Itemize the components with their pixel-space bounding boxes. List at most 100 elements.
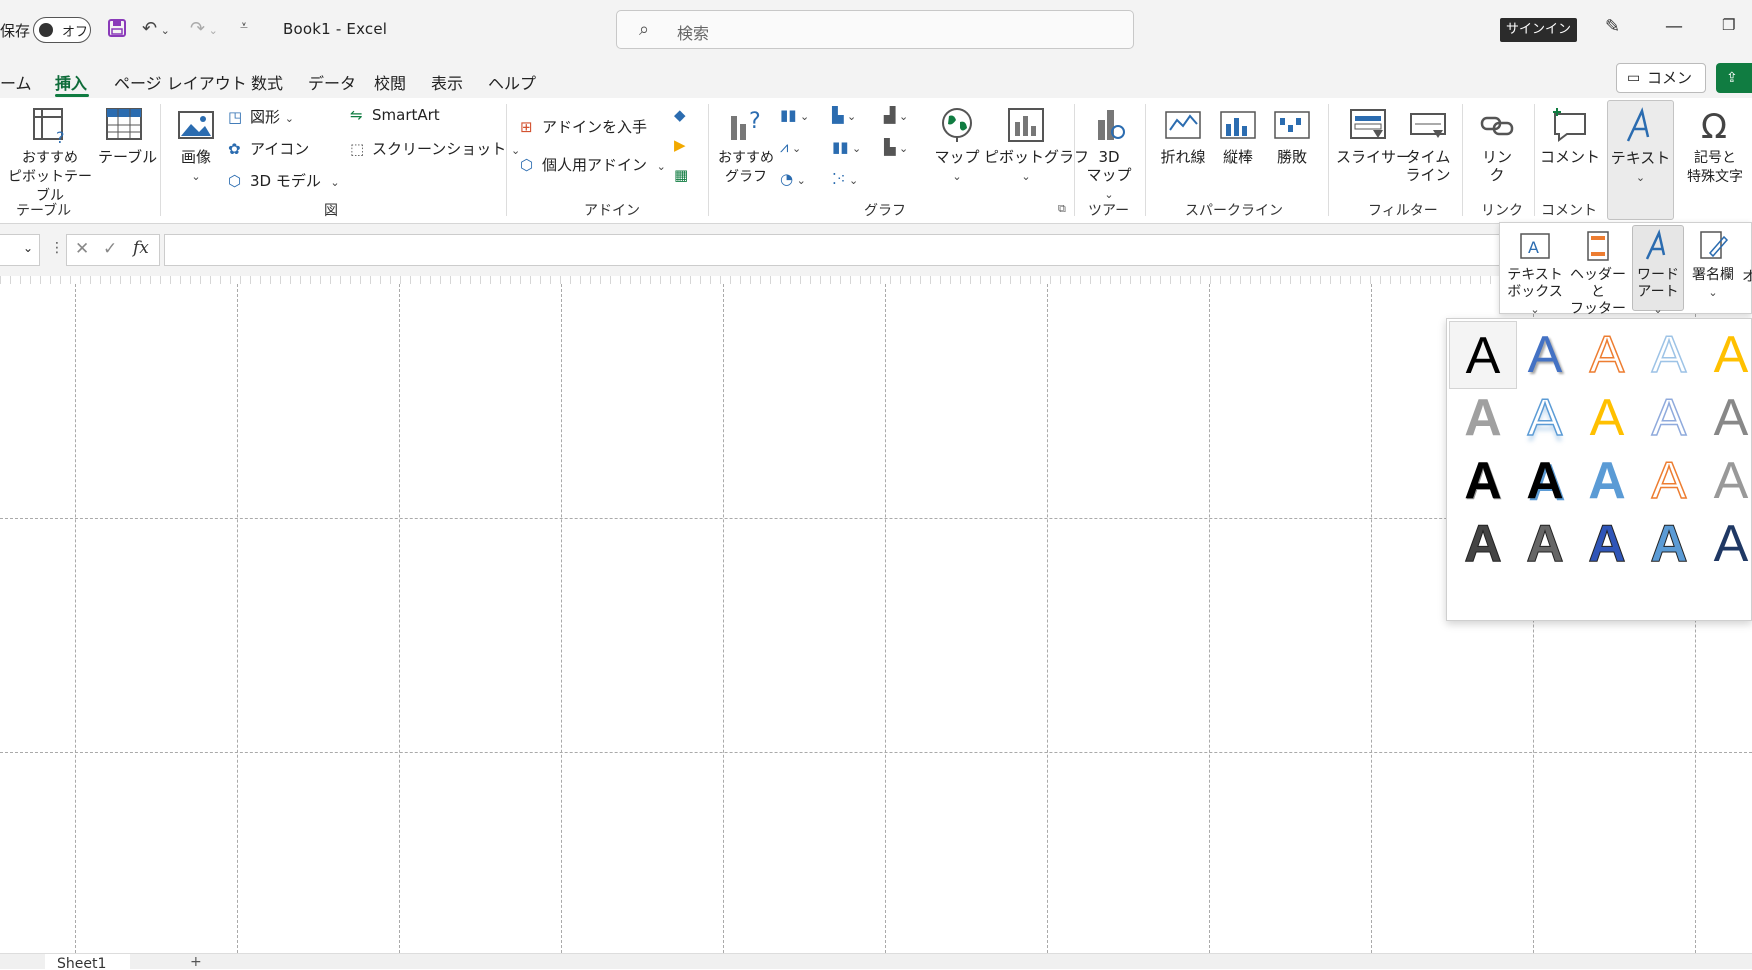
- table-label: テーブル: [98, 148, 158, 166]
- 3d-map-button[interactable]: 3D マップ ⌄: [1084, 106, 1134, 204]
- save-icon[interactable]: [107, 18, 127, 43]
- bing-addin-icon[interactable]: ▶: [674, 136, 686, 154]
- combo-chart-button[interactable]: ▙ ⌄: [884, 138, 908, 156]
- page-guide: [1047, 284, 1048, 953]
- wordart-style-dark-pattern[interactable]: A: [1449, 510, 1517, 578]
- wordart-style-gray-pattern[interactable]: A: [1511, 510, 1579, 578]
- sheet-tab-sheet1[interactable]: Sheet1: [45, 954, 130, 970]
- title-bar: 保存 オフ ↶ ⌄ ↷ ⌄ ⩡ Book1 - Excel ⌕ 検索 サインイン…: [0, 0, 1752, 60]
- tab-formulas[interactable]: 数式: [251, 70, 283, 94]
- object-button[interactable]: オ: [1742, 269, 1752, 286]
- tab-data[interactable]: データ: [308, 70, 356, 94]
- wordart-style-plain-black[interactable]: A: [1449, 321, 1517, 389]
- pivot-chart-button[interactable]: ピボットグラフ ⌄: [984, 106, 1089, 186]
- pie-chart-button[interactable]: ◔ ⌄: [780, 170, 806, 188]
- shapes-button[interactable]: ◳ 図形 ⌄: [228, 106, 294, 127]
- chevron-down-icon: ⌄: [952, 170, 962, 183]
- wordart-style-navy-partial[interactable]: A: [1697, 510, 1751, 578]
- customize-qat-icon[interactable]: ⩡: [240, 18, 248, 34]
- wordart-label: ワード アート: [1637, 267, 1679, 300]
- recommended-pivot-label: おすすめ ピボットテーブル: [8, 150, 92, 204]
- sparkline-column-button[interactable]: 縦棒: [1214, 106, 1262, 166]
- more-options-icon[interactable]: ⋮: [50, 240, 64, 256]
- add-sheet-icon[interactable]: +: [190, 954, 202, 970]
- active-tab-indicator: [55, 94, 89, 97]
- wordart-style-gold-partial[interactable]: A: [1697, 321, 1751, 389]
- 3d-models-button[interactable]: ⬡ 3D モデル ⌄: [228, 170, 340, 191]
- pen-icon[interactable]: ✎: [1605, 16, 1620, 37]
- tab-help[interactable]: ヘルプ: [488, 70, 536, 94]
- link-button[interactable]: リン ク: [1470, 106, 1524, 184]
- wordart-style-gray-partial-2[interactable]: A: [1697, 447, 1751, 515]
- wordart-style-light-blue-pattern[interactable]: A: [1635, 510, 1703, 578]
- visio-addin-icon[interactable]: ◆: [674, 106, 686, 124]
- group-label-table: テーブル: [16, 203, 72, 219]
- redo-icon[interactable]: ↷ ⌄: [190, 18, 218, 39]
- wordart-button[interactable]: ワード アート ⌄: [1632, 225, 1684, 316]
- textbox-button[interactable]: A テキスト ボックス ⌄: [1506, 229, 1564, 318]
- text-button[interactable]: テキスト ⌄: [1607, 100, 1674, 220]
- waterfall-chart-button[interactable]: ▟ ⌄: [884, 106, 908, 124]
- people-graph-icon[interactable]: ▦: [674, 166, 688, 184]
- image-button[interactable]: 画像 ⌄: [172, 106, 220, 186]
- smartart-button[interactable]: ⇋ SmartArt: [350, 106, 440, 124]
- slicer-button[interactable]: スライサー: [1336, 106, 1411, 166]
- formula-input[interactable]: [164, 234, 1504, 266]
- wordart-style-gray-partial[interactable]: A: [1697, 384, 1751, 452]
- signin-button[interactable]: サインイン: [1500, 18, 1577, 42]
- search-box[interactable]: ⌕ 検索: [616, 10, 1134, 49]
- cancel-icon[interactable]: ✕: [75, 239, 89, 259]
- search-icon: ⌕: [639, 19, 650, 40]
- table-button[interactable]: テーブル: [98, 106, 157, 166]
- hierarchy-chart-button[interactable]: ▙ ⌄: [832, 106, 856, 124]
- line-chart-button[interactable]: ⩘ ⌄: [780, 138, 801, 156]
- wordart-style-orange-outline-thin[interactable]: A: [1635, 447, 1703, 515]
- formula-bar: ⌄ ⋮ ✕ ✓ fx: [0, 224, 1752, 276]
- wordart-style-lavender-outline[interactable]: A: [1635, 384, 1703, 452]
- dialog-launcher-icon[interactable]: ⧉: [1058, 202, 1066, 216]
- recommended-pivot-button[interactable]: ? おすすめ ピボットテーブル: [4, 106, 96, 205]
- column-chart-button[interactable]: ▮▮ ⌄: [780, 106, 809, 124]
- wordart-style-blue-reflection[interactable]: A: [1511, 384, 1579, 452]
- symbols-button[interactable]: Ω 記号と 特殊文字: [1678, 106, 1752, 186]
- new-comment-button[interactable]: コメント: [1540, 106, 1600, 166]
- comments-button[interactable]: ▭ コメント: [1616, 63, 1706, 115]
- tab-insert[interactable]: 挿入: [55, 70, 87, 94]
- header-footer-button[interactable]: ヘッダーと フッター: [1568, 229, 1628, 318]
- tab-home[interactable]: ーム: [0, 70, 32, 94]
- map-button[interactable]: マップ ⌄: [934, 106, 980, 186]
- minimize-icon[interactable]: —: [1665, 16, 1683, 37]
- icons-button[interactable]: ✿ アイコン: [228, 138, 309, 159]
- name-box[interactable]: ⌄: [0, 234, 40, 266]
- sparkline-winloss-button[interactable]: 勝敗: [1268, 106, 1316, 166]
- tab-review[interactable]: 校閲: [374, 70, 406, 94]
- sparkline-line-button[interactable]: 折れ線: [1158, 106, 1208, 166]
- wordart-style-blue-gradient[interactable]: A: [1573, 447, 1641, 515]
- autosave-toggle[interactable]: オフ: [33, 17, 91, 43]
- tab-page-layout[interactable]: ページ レイアウト: [114, 70, 247, 94]
- wordart-style-orange-outline[interactable]: A: [1573, 321, 1641, 389]
- wordart-style-light-blue-outline[interactable]: A: [1635, 321, 1703, 389]
- wordart-style-black-bold[interactable]: A: [1449, 447, 1517, 515]
- sparkline-column-icon: [1220, 111, 1256, 139]
- wordart-style-blue-shadow[interactable]: A: [1511, 321, 1579, 389]
- recommended-charts-button[interactable]: ? おすすめ グラフ: [716, 106, 776, 186]
- insert-function-icon[interactable]: fx: [133, 238, 149, 258]
- statistic-chart-button[interactable]: ▮▮ ⌄: [832, 138, 861, 156]
- my-addins-button[interactable]: ⬡ 個人用アドイン ⌄: [520, 154, 666, 175]
- restore-icon[interactable]: ❐: [1722, 16, 1735, 34]
- sparkline-column-label: 縦棒: [1222, 148, 1253, 166]
- undo-icon[interactable]: ↶ ⌄: [142, 18, 170, 39]
- wordart-style-gold-fill[interactable]: A: [1573, 384, 1641, 452]
- tab-view[interactable]: 表示: [431, 70, 463, 94]
- screenshot-button[interactable]: ⬚ スクリーンショット ⌄: [350, 138, 520, 159]
- scatter-chart-button[interactable]: ⁚⁖ ⌄: [832, 170, 858, 188]
- signature-line-button[interactable]: 署名欄 ⌄: [1688, 229, 1738, 301]
- wordart-style-gray-gradient[interactable]: A: [1449, 384, 1517, 452]
- wordart-style-black-blue-shadow[interactable]: A: [1511, 447, 1579, 515]
- enter-icon[interactable]: ✓: [103, 239, 117, 259]
- get-addins-button[interactable]: ⊞ アドインを入手: [520, 116, 647, 137]
- share-button[interactable]: ⇪ 共: [1716, 63, 1752, 116]
- wordart-style-blue-pattern[interactable]: A: [1573, 510, 1641, 578]
- timeline-button[interactable]: タイム ライン: [1404, 106, 1452, 184]
